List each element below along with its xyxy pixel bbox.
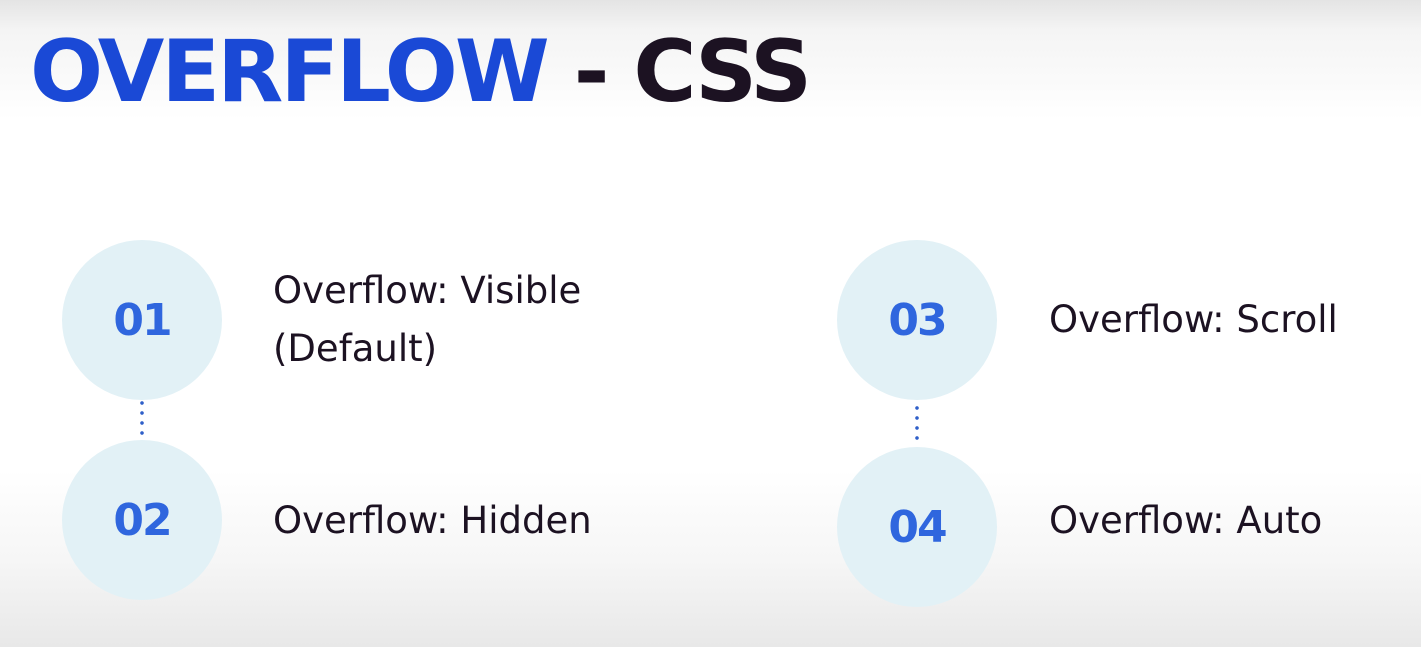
item-04-label-line1: Overflow: Auto	[1049, 499, 1323, 542]
item-04-number: 04	[888, 501, 947, 553]
item-01-number: 01	[113, 294, 172, 346]
item-02-label: Overflow: Hidden	[273, 492, 592, 550]
item-01-circle: 01	[62, 240, 222, 400]
item-02-circle: 02	[62, 440, 222, 600]
title-separator: -	[546, 22, 634, 122]
item-03-label: Overflow: Scroll	[1049, 291, 1338, 349]
item-02-number: 02	[113, 494, 172, 546]
item-02-label-line1: Overflow: Hidden	[273, 499, 592, 542]
title-sub: CSS	[633, 22, 812, 122]
slide: OVERFLOW - CSS 01 Overflow: Visible (Def…	[0, 0, 1421, 647]
title-main: OVERFLOW	[30, 22, 550, 122]
item-03-circle: 03	[837, 240, 997, 400]
slide-title: OVERFLOW - CSS	[30, 22, 812, 122]
item-04-circle: 04	[837, 447, 997, 607]
item-04-label: Overflow: Auto	[1049, 492, 1322, 550]
item-03-label-line1: Overflow: Scroll	[1049, 298, 1338, 341]
item-03-number: 03	[888, 294, 947, 346]
item-01-label-line1: Overflow: Visible	[273, 269, 582, 312]
connector-dots-right	[915, 403, 919, 443]
item-01-label: Overflow: Visible (Default)	[273, 262, 581, 378]
item-01-label-line2: (Default)	[273, 327, 438, 370]
connector-dots-left	[140, 398, 144, 438]
